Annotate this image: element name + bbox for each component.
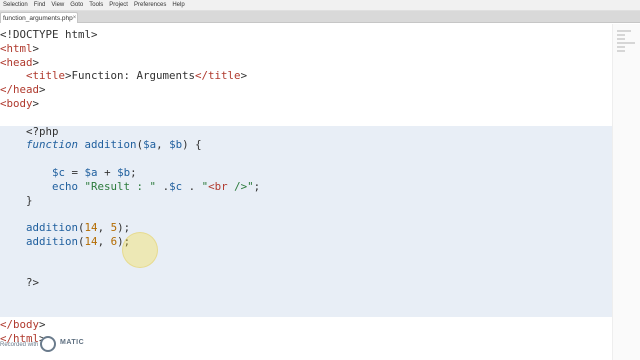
code-line: addition(14, 5); [26, 221, 131, 235]
tab-bar: function_arguments.php × [0, 11, 640, 23]
menu-item-preferences[interactable]: Preferences [131, 2, 169, 8]
code-line: } [0, 193, 33, 207]
code-line: <html> [0, 41, 40, 55]
menu-item-find[interactable]: Find [31, 2, 49, 8]
code-line: function addition($a, $b) { [26, 138, 202, 152]
recording-watermark: Recorded with MATIC [0, 328, 110, 360]
code-line: </head> [0, 83, 46, 97]
menu-item-help[interactable]: Help [169, 2, 187, 8]
code-line: echo "Result : " .$c . "<br />"; [52, 179, 261, 193]
code-line: <body> [0, 96, 40, 110]
menu-bar: Selection Find View Goto Tools Project P… [0, 0, 640, 11]
code-line: <?php [0, 124, 59, 138]
minimap-line [617, 30, 631, 32]
code-line: ?> [0, 276, 40, 290]
watermark-brand: MATIC [60, 339, 85, 346]
minimap-line [617, 38, 625, 40]
minimap-line [617, 50, 625, 52]
watermark-prefix: Recorded with [0, 342, 39, 348]
code-line: <!DOCTYPE html> [0, 28, 98, 41]
screencast-logo-icon [40, 336, 56, 352]
close-icon[interactable]: × [73, 15, 77, 21]
code-line: <head> [0, 55, 40, 69]
menu-item-view[interactable]: View [48, 2, 67, 8]
code-line: <title>Function: Arguments</title> [26, 69, 248, 83]
tab-function-arguments[interactable]: function_arguments.php × [0, 12, 78, 23]
menu-item-goto[interactable]: Goto [67, 2, 86, 8]
code-line: $c = $a + $b; [52, 165, 137, 179]
minimap-line [617, 46, 625, 48]
minimap[interactable] [612, 24, 640, 360]
menu-item-tools[interactable]: Tools [86, 2, 106, 8]
code-lines: <!DOCTYPE html> <html> <head> <title>Funct… [0, 28, 612, 345]
menu-item-selection[interactable]: Selection [0, 2, 31, 8]
minimap-line [617, 34, 625, 36]
minimap-line [617, 42, 635, 44]
code-line: addition(14, 6); [26, 234, 131, 248]
cursor-highlight [122, 232, 158, 268]
tab-label: function_arguments.php [3, 14, 73, 22]
menu-item-project[interactable]: Project [106, 2, 131, 8]
